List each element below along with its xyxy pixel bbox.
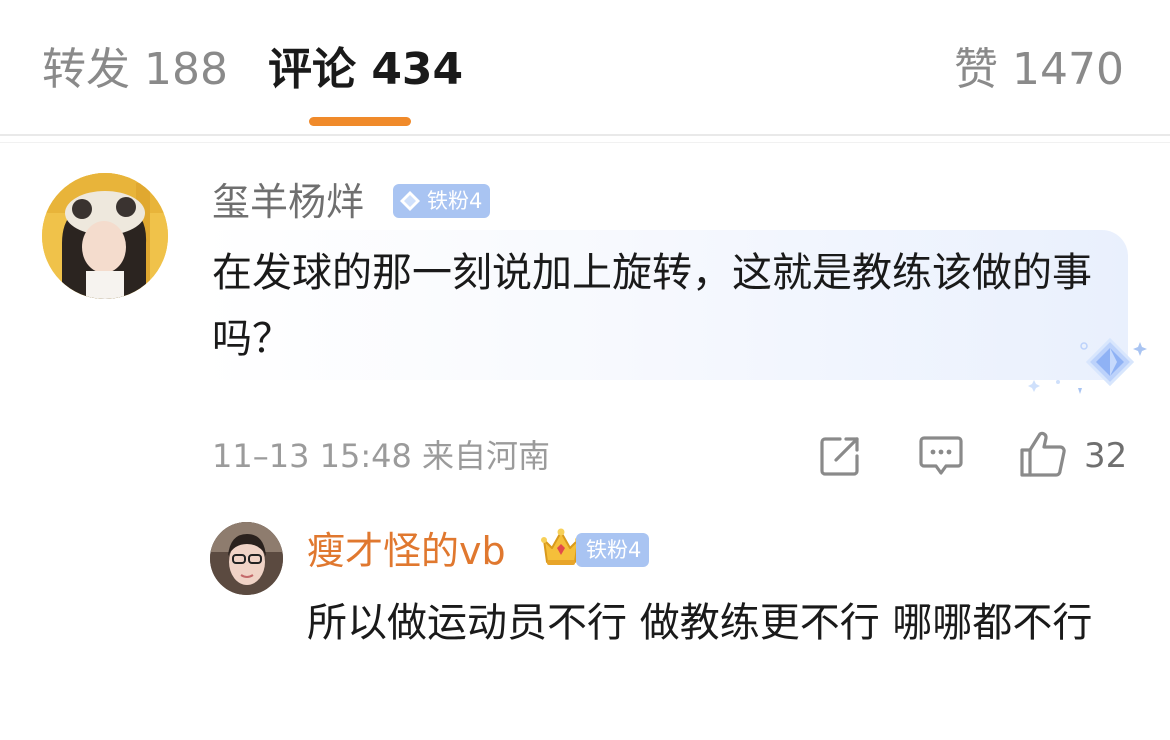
diamond-icon bbox=[400, 191, 420, 211]
divider bbox=[0, 134, 1170, 136]
tab-comment[interactable]: 评论 434 bbox=[268, 42, 463, 98]
reply-text: 所以做运动员不行 做教练更不行 哪哪都不行 bbox=[307, 600, 1093, 646]
reply-username[interactable]: 瘦才怪的vb bbox=[307, 527, 506, 575]
comment-text: 在发球的那一刻说加上旋转，这就是教练该做的事吗？ bbox=[212, 250, 1092, 362]
thumbs-up-icon[interactable] bbox=[1018, 430, 1068, 478]
avatar[interactable] bbox=[210, 522, 283, 595]
avatar[interactable] bbox=[42, 173, 168, 299]
comment-meta: 11–13 15:48 来自河南 bbox=[212, 437, 551, 475]
fan-badge-label: 铁粉4 bbox=[427, 189, 483, 213]
comment-icon[interactable] bbox=[918, 434, 964, 478]
fan-badge[interactable]: 铁粉4 bbox=[393, 184, 491, 218]
tab-repost[interactable]: 转发 188 bbox=[42, 42, 228, 98]
active-tab-indicator bbox=[309, 117, 411, 126]
tab-bar: 转发 188 评论 434 赞 1470 bbox=[0, 0, 1170, 132]
fan-badge-label: 铁粉4 bbox=[586, 538, 642, 562]
diamond-sparkle-icon bbox=[1028, 337, 1147, 394]
tab-like[interactable]: 赞 1470 bbox=[954, 42, 1124, 98]
like-count: 32 bbox=[1084, 436, 1128, 476]
divider bbox=[0, 142, 1170, 143]
fan-badge[interactable]: 铁粉4 bbox=[576, 533, 650, 567]
share-icon[interactable] bbox=[818, 434, 862, 478]
comment-username[interactable]: 玺羊杨烊 bbox=[212, 178, 364, 226]
